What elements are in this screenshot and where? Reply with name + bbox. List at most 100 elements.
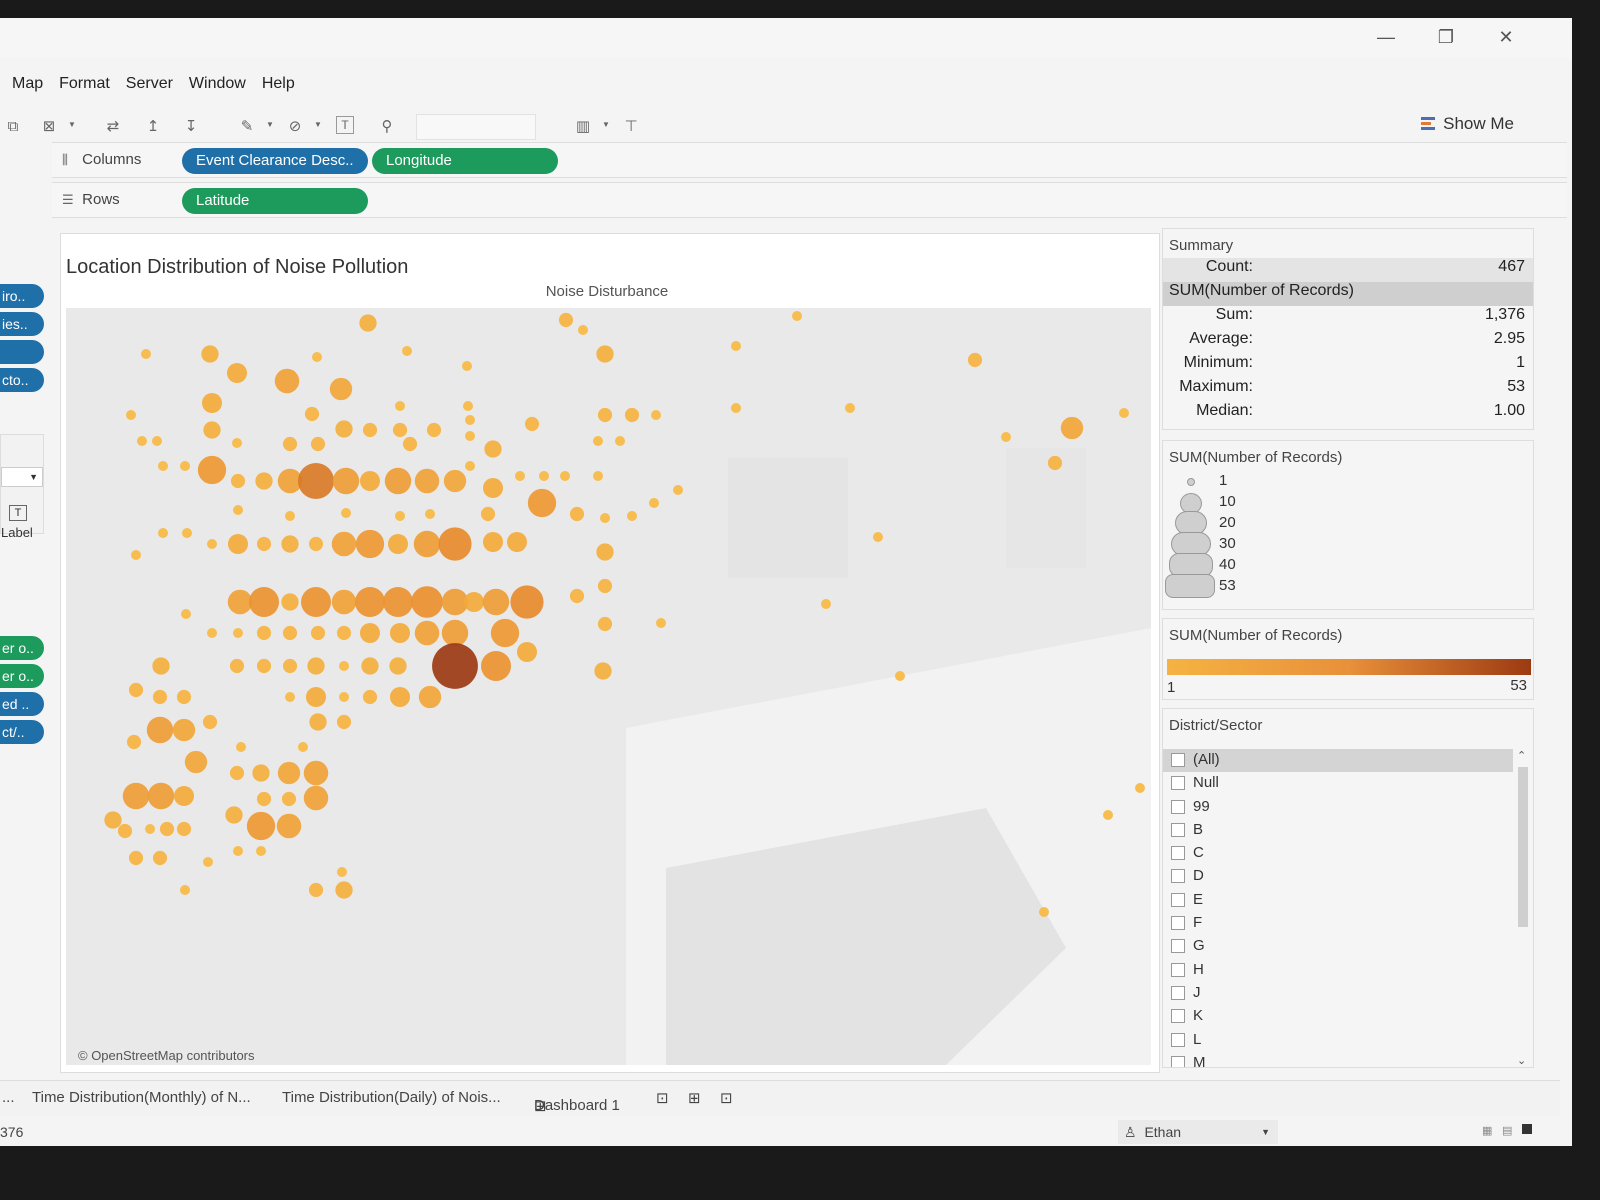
map-mark[interactable] [306,687,326,707]
left-pill[interactable]: iro.. [0,284,44,308]
map-mark[interactable] [256,625,272,641]
map-mark[interactable] [246,811,276,841]
map-mark[interactable] [593,436,603,446]
map-mark[interactable] [596,543,614,561]
filmstrip-icon[interactable]: ▤ [1502,1124,1512,1137]
filter-item[interactable]: J [1163,982,1513,1005]
map-mark[interactable] [383,587,413,617]
show-me-button[interactable]: Show Me [1421,114,1514,134]
filter-checkbox[interactable] [1171,776,1185,791]
fit-dropdown[interactable] [416,114,536,140]
map-mark[interactable] [274,368,300,394]
left-pill[interactable]: er o.. [0,636,44,660]
filter-checkbox[interactable] [1171,846,1185,861]
close-button[interactable]: ✕ [1486,24,1526,50]
map-mark[interactable] [282,436,298,452]
map-mark[interactable] [152,657,170,675]
map-mark[interactable] [329,377,353,401]
map-mark[interactable] [1060,416,1084,440]
filter-item[interactable]: K [1163,1005,1513,1028]
map-mark[interactable] [426,422,442,438]
filter-checkbox[interactable] [1171,1055,1185,1067]
pill-event-clearance[interactable]: Event Clearance Desc.. [182,148,368,174]
map-mark[interactable] [307,657,325,675]
map-mark[interactable] [821,599,831,609]
map-mark[interactable] [285,511,295,521]
map-mark[interactable] [159,821,175,837]
map-mark[interactable] [309,713,327,731]
map-mark[interactable] [539,471,549,481]
pill-latitude[interactable]: Latitude [182,188,368,214]
filter-checkbox[interactable] [1171,962,1185,977]
new-worksheet-icon[interactable]: ⊡ [656,1089,669,1107]
filter-checkbox[interactable] [1171,939,1185,954]
filter-item[interactable]: 99 [1163,796,1513,819]
map-mark[interactable] [615,436,625,446]
map-mark[interactable] [141,349,151,359]
map-mark[interactable] [137,436,147,446]
filter-item[interactable]: (All) [1163,749,1513,773]
map-mark[interactable] [310,625,326,641]
size-legend-item[interactable]: 10 [1163,493,1533,514]
tab-overflow[interactable]: ... [2,1089,15,1106]
map-mark[interactable] [596,345,614,363]
map-mark[interactable] [845,403,855,413]
filter-checkbox[interactable] [1171,822,1185,837]
map-mark[interactable] [967,352,983,368]
map-mark[interactable] [297,462,335,500]
map-mark[interactable] [202,393,222,413]
map-mark[interactable] [510,585,544,619]
map-mark[interactable] [233,628,243,638]
map-mark[interactable] [517,642,537,662]
label-icon[interactable]: T [9,505,27,521]
size-legend-item[interactable]: 30 [1163,532,1533,556]
size-legend[interactable]: SUM(Number of Records) 1 10 20 30 40 53 [1162,440,1534,610]
filter-checkbox[interactable] [1171,916,1185,931]
map-mark[interactable] [232,438,242,448]
map-mark[interactable] [355,529,385,559]
filter-item[interactable]: E [1163,889,1513,912]
left-pill[interactable]: ed .. [0,692,44,716]
map-mark[interactable] [432,643,478,689]
map-mark[interactable] [282,625,298,641]
menu-format[interactable]: Format [59,70,110,98]
map-mark[interactable] [411,586,443,618]
map-mark[interactable] [281,535,299,553]
map-mark[interactable] [731,403,741,413]
mark-type-dropdown[interactable]: ▼ [1,467,43,487]
map-mark[interactable] [339,692,349,702]
map-mark[interactable] [395,401,405,411]
map-mark[interactable] [873,532,883,542]
filter-checkbox[interactable] [1171,799,1185,814]
map-mark[interactable] [336,625,352,641]
map-mark[interactable] [310,436,326,452]
filter-checkbox[interactable] [1171,1032,1185,1047]
filter-checkbox[interactable] [1171,1009,1185,1024]
restore-button[interactable]: ❐ [1426,24,1466,50]
map-mark[interactable] [390,623,410,643]
menu-map[interactable]: Map [12,70,43,98]
map-mark[interactable] [463,401,473,411]
map-mark[interactable] [389,657,407,675]
map-mark[interactable] [201,345,219,363]
map-mark[interactable] [180,461,190,471]
color-legend[interactable]: SUM(Number of Records) 1 53 [1162,618,1534,700]
map-mark[interactable] [480,506,496,522]
map-mark[interactable] [335,881,353,899]
map-mark[interactable] [229,658,245,674]
map-mark[interactable] [465,415,475,425]
map-mark[interactable] [228,534,248,554]
map-mark[interactable] [104,811,122,829]
chevron-down-icon[interactable]: ▼ [314,120,322,129]
filter-item[interactable]: H [1163,959,1513,982]
map-mark[interactable] [304,406,320,422]
map-mark[interactable] [414,620,440,646]
map-mark[interactable] [402,346,412,356]
map-mark[interactable] [558,312,574,328]
duplicate-sheet-icon[interactable]: ⧉ [2,116,24,138]
map-mark[interactable] [600,513,610,523]
map-mark[interactable] [360,623,380,643]
map-mark[interactable] [249,587,279,617]
map-mark[interactable] [256,846,266,856]
map-mark[interactable] [731,341,741,351]
